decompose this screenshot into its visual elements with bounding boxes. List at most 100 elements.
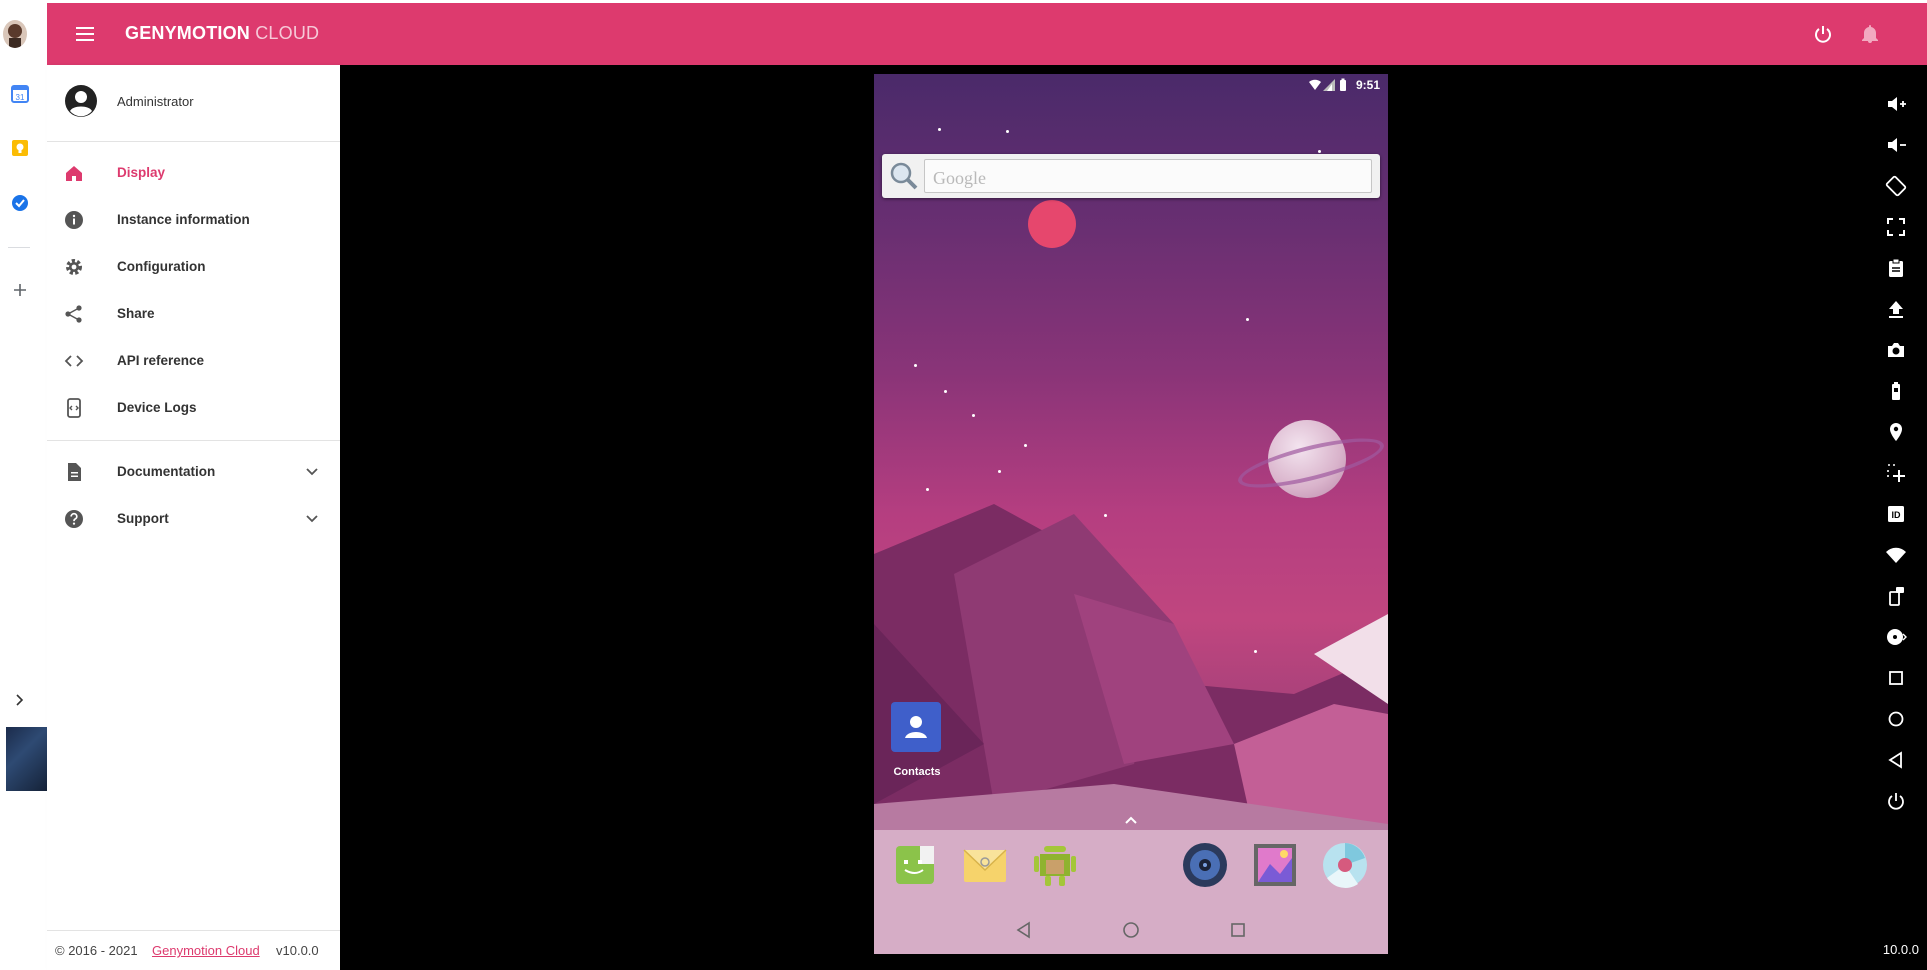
app-drawer-caret-icon[interactable] bbox=[1124, 812, 1138, 824]
gps-icon[interactable] bbox=[1883, 419, 1909, 445]
sidebar-item-api-reference[interactable]: API reference bbox=[47, 339, 340, 383]
sidebar-item-label: Documentation bbox=[117, 464, 216, 479]
multitouch-icon[interactable] bbox=[1883, 460, 1909, 486]
star bbox=[914, 364, 917, 367]
genymotion-cloud-link[interactable]: Genymotion Cloud bbox=[152, 943, 260, 958]
notifications-bell-icon[interactable] bbox=[1858, 22, 1882, 46]
sidebar: Administrator Display Instance informati… bbox=[47, 65, 340, 970]
sidebar-item-label: Share bbox=[117, 306, 155, 321]
expand-panel-icon[interactable] bbox=[8, 688, 32, 712]
version-badge: 10.0.0 bbox=[1882, 942, 1919, 957]
tasks-app-icon[interactable] bbox=[8, 191, 32, 215]
user-row: Administrator bbox=[47, 81, 340, 121]
info-icon bbox=[63, 209, 85, 231]
star bbox=[926, 488, 929, 491]
android-back-icon[interactable] bbox=[1014, 920, 1034, 940]
avatar[interactable] bbox=[3, 20, 27, 48]
keep-app-icon[interactable] bbox=[8, 136, 32, 160]
android-home-icon[interactable] bbox=[1121, 920, 1141, 940]
device-screen[interactable]: 9:51 Google Contacts bbox=[874, 74, 1388, 954]
search-placeholder: Google bbox=[933, 168, 986, 188]
app-brand: GENYMOTION CLOUD bbox=[125, 23, 319, 44]
add-icon[interactable] bbox=[8, 278, 32, 302]
user-name: Administrator bbox=[117, 94, 194, 109]
star bbox=[1006, 130, 1009, 133]
cell-signal-icon bbox=[1322, 78, 1336, 92]
android-recents-icon[interactable] bbox=[1228, 920, 1248, 940]
sidebar-item-label: Display bbox=[117, 165, 166, 180]
messaging-app-icon[interactable] bbox=[890, 840, 940, 890]
top-app-bar: GENYMOTION CLOUD bbox=[47, 3, 1927, 65]
sidebar-item-support[interactable]: Support bbox=[47, 497, 340, 541]
camera-icon[interactable] bbox=[1883, 337, 1909, 363]
sidebar-item-configuration[interactable]: Configuration bbox=[47, 245, 340, 289]
power-icon[interactable] bbox=[1811, 22, 1835, 46]
account-circle-icon bbox=[64, 84, 98, 118]
battery-icon[interactable] bbox=[1883, 378, 1909, 404]
version-text: v10.0.0 bbox=[276, 943, 319, 958]
chevron-down-icon[interactable] bbox=[302, 462, 322, 482]
sidebar-item-documentation[interactable]: Documentation bbox=[47, 450, 340, 494]
device-clock: 9:51 bbox=[1355, 78, 1380, 92]
android-app-icon[interactable] bbox=[1030, 840, 1080, 890]
upload-icon[interactable] bbox=[1883, 296, 1909, 322]
sidebar-item-share[interactable]: Share bbox=[47, 292, 340, 336]
sidebar-divider bbox=[47, 141, 340, 142]
fullscreen-icon[interactable] bbox=[1883, 214, 1909, 240]
home-icon bbox=[63, 162, 85, 184]
chevron-down-icon[interactable] bbox=[302, 509, 322, 529]
device-dock bbox=[874, 830, 1388, 954]
svg-text:ID: ID bbox=[1892, 510, 1902, 520]
sidebar-item-label: Device Logs bbox=[117, 400, 197, 415]
gallery-app-icon[interactable] bbox=[1250, 840, 1300, 890]
star bbox=[1024, 444, 1027, 447]
menu-icon[interactable] bbox=[73, 22, 97, 46]
clipboard-icon[interactable] bbox=[1883, 255, 1909, 281]
star bbox=[998, 470, 1001, 473]
calendar-app-icon[interactable]: 31 bbox=[8, 82, 32, 106]
brand-suffix: CLOUD bbox=[250, 23, 320, 43]
sidebar-item-device-logs[interactable]: Device Logs bbox=[47, 386, 340, 430]
red-planet bbox=[1028, 200, 1076, 248]
music-app-icon[interactable] bbox=[1180, 840, 1230, 890]
back-icon[interactable] bbox=[1883, 747, 1909, 773]
email-app-icon[interactable] bbox=[960, 840, 1010, 890]
document-icon bbox=[63, 461, 85, 483]
sidebar-item-label: Support bbox=[117, 511, 169, 526]
device-status-bar: 9:51 bbox=[874, 74, 1388, 96]
power-icon[interactable] bbox=[1883, 788, 1909, 814]
camera-app-icon[interactable] bbox=[1320, 840, 1370, 890]
google-search-widget[interactable]: Google bbox=[882, 154, 1380, 198]
volume-down-icon[interactable] bbox=[1883, 132, 1909, 158]
sidebar-item-label: Instance information bbox=[117, 212, 250, 227]
gear-icon bbox=[63, 256, 85, 278]
disk-io-icon[interactable] bbox=[1883, 624, 1909, 650]
contacts-app-label: Contacts bbox=[893, 766, 941, 778]
home-icon[interactable] bbox=[1883, 706, 1909, 732]
svg-text:31: 31 bbox=[16, 93, 25, 102]
recent-apps-icon[interactable] bbox=[1883, 665, 1909, 691]
sidebar-item-label: API reference bbox=[117, 353, 205, 368]
sidebar-footer: © 2016 - 2021 Genymotion Cloud v10.0.0 bbox=[47, 930, 340, 970]
help-icon bbox=[63, 508, 85, 530]
star bbox=[938, 128, 941, 131]
volume-up-icon[interactable] bbox=[1883, 91, 1909, 117]
rotate-icon[interactable] bbox=[1883, 173, 1909, 199]
star bbox=[944, 390, 947, 393]
logs-icon bbox=[63, 397, 85, 419]
star bbox=[1318, 150, 1321, 153]
search-input[interactable]: Google bbox=[924, 159, 1372, 193]
search-icon bbox=[888, 160, 920, 192]
phone-icon[interactable] bbox=[1883, 583, 1909, 609]
sidebar-item-instance-information[interactable]: Instance information bbox=[47, 198, 340, 242]
sidebar-item-display[interactable]: Display bbox=[47, 151, 340, 195]
brand-name: GENYMOTION bbox=[125, 23, 251, 43]
wifi-icon[interactable] bbox=[1883, 542, 1909, 568]
star bbox=[1246, 318, 1249, 321]
battery-status-icon bbox=[1336, 78, 1350, 92]
device-id-icon[interactable]: ID bbox=[1883, 501, 1909, 527]
contacts-app-icon[interactable] bbox=[891, 702, 941, 752]
wallpaper-thumbnail[interactable] bbox=[6, 727, 47, 791]
star bbox=[972, 414, 975, 417]
copyright-text: © 2016 - 2021 bbox=[55, 943, 138, 958]
